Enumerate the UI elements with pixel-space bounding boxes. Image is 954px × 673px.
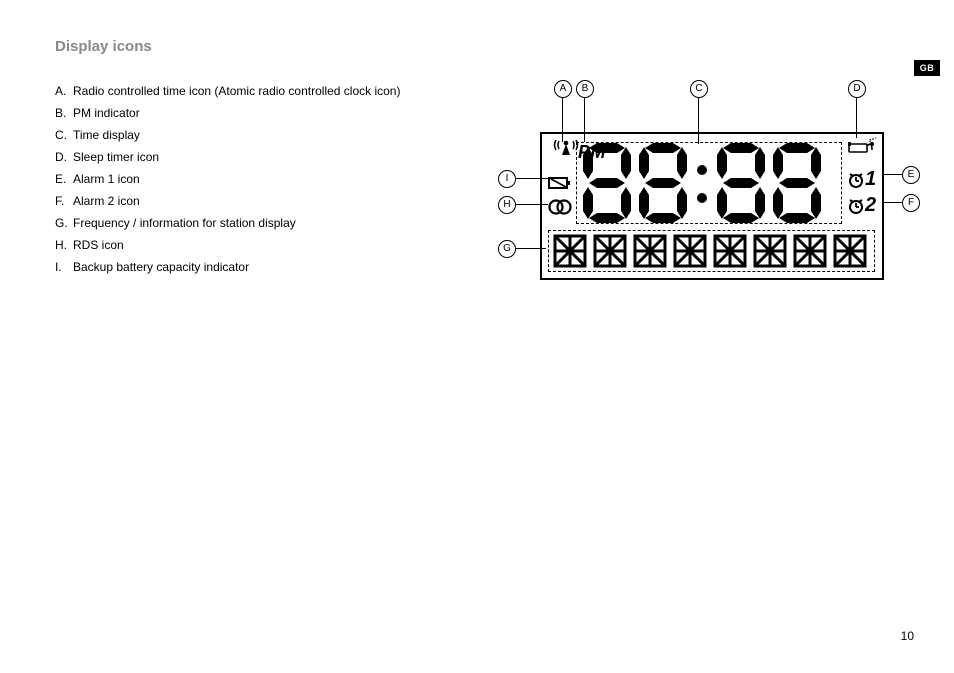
callout-c: C [690, 80, 708, 98]
callout-f: F [902, 194, 920, 212]
callout-b: B [576, 80, 594, 98]
alarm-2-number: 2 [865, 194, 876, 217]
legend-item-i: I.Backup battery capacity indicator [55, 256, 400, 278]
callout-i: I [498, 170, 516, 188]
battery-icon [548, 176, 572, 190]
callout-h: H [498, 196, 516, 214]
legend-text: Radio controlled time icon (Atomic radio… [73, 80, 400, 102]
starburst-char [553, 234, 587, 268]
legend-text: RDS icon [73, 234, 124, 256]
legend-item-b: B.PM indicator [55, 102, 400, 124]
legend-item-d: D.Sleep timer icon [55, 146, 400, 168]
sleep-timer-icon: z z z [848, 136, 878, 154]
callout-e: E [902, 166, 920, 184]
legend-item-a: A.Radio controlled time icon (Atomic rad… [55, 80, 400, 102]
legend-item-f: F.Alarm 2 icon [55, 190, 400, 212]
starburst-char [673, 234, 707, 268]
page-number: 10 [901, 629, 914, 643]
callout-d: D [848, 80, 866, 98]
time-display [576, 142, 842, 224]
callout-a: A [554, 80, 572, 98]
starburst-char [633, 234, 667, 268]
rds-icon [548, 198, 572, 216]
language-tab: GB [914, 60, 940, 76]
starburst-char [833, 234, 867, 268]
alarm-2-indicator: 2 [848, 194, 876, 217]
legend-text: Sleep timer icon [73, 146, 159, 168]
legend-text: Frequency / information for station disp… [73, 212, 296, 234]
alarm-bell-icon [848, 172, 864, 188]
manual-page: Display icons GB A.Radio controlled time… [0, 0, 954, 673]
legend-item-g: G.Frequency / information for station di… [55, 212, 400, 234]
legend-item-e: E.Alarm 1 icon [55, 168, 400, 190]
legend-item-c: C.Time display [55, 124, 400, 146]
starburst-char [713, 234, 747, 268]
legend-text: Time display [73, 124, 140, 146]
alarm-bell-icon [848, 198, 864, 214]
section-title: Display icons [55, 38, 152, 55]
icon-legend-list: A.Radio controlled time icon (Atomic rad… [55, 80, 400, 278]
legend-text: Alarm 1 icon [73, 168, 140, 190]
svg-text:z: z [872, 136, 874, 141]
display-diagram: A B C D I H G E F PM [498, 80, 918, 300]
starburst-char [593, 234, 627, 268]
alarm-1-indicator: 1 [848, 168, 876, 191]
info-display [548, 230, 875, 272]
legend-text: Backup battery capacity indicator [73, 256, 249, 278]
starburst-char [753, 234, 787, 268]
legend-text: PM indicator [73, 102, 140, 124]
starburst-char [793, 234, 827, 268]
callout-g: G [498, 240, 516, 258]
alarm-1-number: 1 [865, 168, 876, 191]
legend-item-h: H.RDS icon [55, 234, 400, 256]
legend-text: Alarm 2 icon [73, 190, 140, 212]
svg-text:z: z [875, 136, 877, 140]
